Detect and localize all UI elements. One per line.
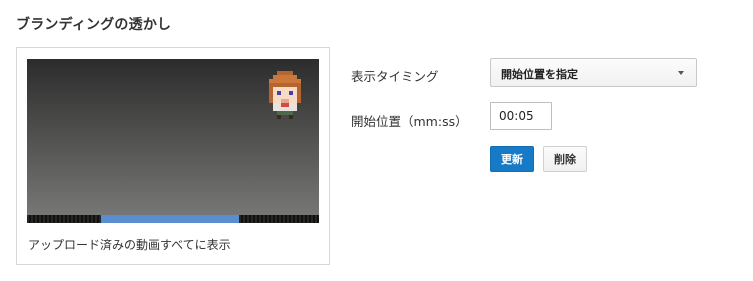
video-preview [27,59,319,223]
watermark-preview-card: アップロード済みの動画すべてに表示 [16,47,330,265]
section-title: ブランディングの透かし [16,17,172,33]
delete-button[interactable]: 削除 [543,146,587,172]
start-position-input[interactable] [490,102,552,130]
timing-select-value: 開始位置を指定 [501,68,578,81]
progress-segment [101,215,239,223]
start-position-label: 開始位置（mm:ss） [351,114,468,129]
preview-caption: アップロード済みの動画すべてに表示 [28,238,231,252]
update-button[interactable]: 更新 [490,146,534,172]
timing-select[interactable]: 開始位置を指定 [490,58,697,87]
pixel-character-icon [269,71,301,119]
chevron-down-icon [678,71,684,75]
timing-label: 表示タイミング [351,69,439,84]
progress-track [27,215,319,223]
